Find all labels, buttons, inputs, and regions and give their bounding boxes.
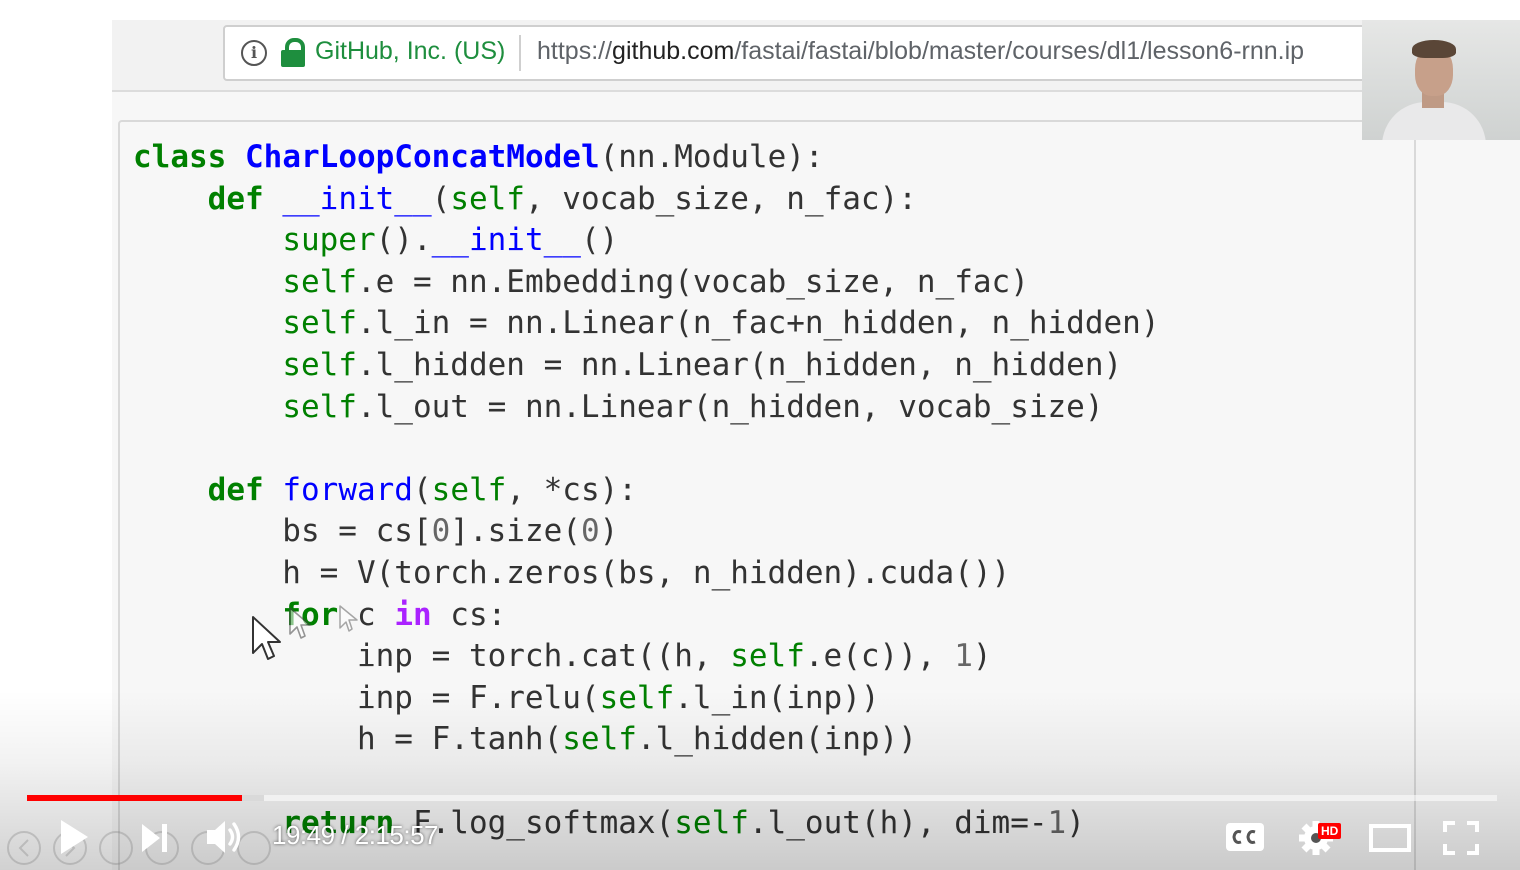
code-token: self	[282, 305, 357, 342]
current-time: 19:49	[272, 820, 335, 850]
lock-icon	[281, 38, 305, 67]
code-token: inp = torch.cat((h,	[133, 638, 731, 675]
progress-played	[27, 795, 242, 801]
url-domain: github.com	[612, 37, 735, 65]
code-token: class	[133, 139, 227, 175]
code-line: self.l_hidden = nn.Linear(n_hidden, n_hi…	[133, 347, 1122, 383]
code-token: 0	[580, 513, 600, 550]
video-frame[interactable]: i GitHub, Inc. (US) https://github.com/f…	[0, 0, 1520, 870]
url-box: i GitHub, Inc. (US) https://github.com/f…	[223, 25, 1387, 81]
code-token: cs:	[431, 596, 507, 633]
code-token: self	[282, 346, 357, 383]
code-token: forward	[282, 471, 413, 508]
webcam-overlay	[1362, 20, 1520, 140]
code-line: class CharLoopConcatModel(nn.Module):	[133, 139, 824, 175]
play-icon[interactable]	[58, 818, 90, 856]
captions-icon[interactable]	[1224, 820, 1266, 854]
code-token: (	[431, 180, 451, 217]
code-line: self.l_out = nn.Linear(n_hidden, vocab_s…	[133, 388, 1104, 425]
code-token: self	[431, 471, 507, 508]
progress-bar[interactable]	[27, 795, 1497, 801]
code-token: self	[450, 180, 525, 217]
code-token: 1	[954, 638, 973, 675]
url-text: https://github.com/fastai/fastai/blob/ma…	[537, 37, 1304, 66]
code-line: bs = cs[0].size(0)	[133, 513, 618, 549]
duration: 2:15:57	[354, 820, 439, 850]
site-identity: GitHub, Inc. (US)	[315, 37, 506, 65]
code-token: .l_hidden = nn.Linear(n_hidden, n_hidden…	[356, 346, 1123, 383]
code-token: )	[972, 638, 992, 675]
code-token: .e(c)),	[804, 638, 955, 675]
cursor-icon	[252, 616, 281, 660]
code-line: super().__init__()	[133, 222, 618, 258]
code-token: super	[282, 222, 376, 259]
url-scheme: https://	[537, 37, 613, 65]
code-token: .l_in = nn.Linear(n_fac+n_hidden, n_hidd…	[356, 305, 1160, 342]
code-token: (nn.Module):	[599, 139, 824, 175]
fullscreen-icon[interactable]	[1442, 820, 1480, 856]
code-line: def forward(self, *cs):	[133, 472, 637, 508]
info-icon: i	[241, 40, 267, 66]
url-path: /fastai/fastai/blob/master/courses/dl1/l…	[734, 37, 1305, 65]
code-token: ()	[580, 222, 619, 259]
code-token: __init__	[431, 222, 581, 259]
code-line: h = V(torch.zeros(bs, n_hidden).cuda())	[133, 555, 1010, 591]
code-token: self	[282, 263, 357, 300]
time-display: 19:49 / 2:15:57	[272, 820, 439, 851]
volume-icon[interactable]	[204, 816, 246, 858]
frame-top-margin	[112, 0, 1520, 20]
code-token: h = V(torch.zeros(bs, n_hidden).cuda())	[133, 554, 1011, 591]
code-token: , vocab_size, n_fac):	[524, 180, 917, 217]
time-separator: /	[334, 820, 355, 850]
browser-address-bar: i GitHub, Inc. (US) https://github.com/f…	[112, 20, 1387, 92]
code-token: in	[394, 596, 432, 633]
code-line: self.l_in = nn.Linear(n_fac+n_hidden, n_…	[133, 305, 1160, 342]
cursor-trail-icon	[339, 605, 358, 632]
code-token: self	[282, 388, 357, 425]
code-token: 0	[431, 513, 451, 550]
code-token: )	[599, 513, 619, 550]
code-token: (	[412, 471, 432, 508]
code-token: def	[207, 471, 264, 508]
cursor-trail-icon	[289, 607, 311, 639]
url-divider	[519, 35, 521, 71]
code-line: for c in cs:	[133, 597, 506, 633]
hd-badge: HD	[1318, 823, 1342, 839]
code-token: bs = cs[	[133, 513, 432, 550]
code-token: ().	[375, 222, 432, 259]
code-token: def	[207, 180, 264, 217]
code-line: self.e = nn.Embedding(vocab_size, n_fac)	[133, 264, 1029, 300]
code-token: , *cs):	[506, 471, 637, 508]
code-token: CharLoopConcatModel	[245, 139, 600, 175]
theater-icon[interactable]	[1368, 822, 1412, 854]
code-token: .e = nn.Embedding(vocab_size, n_fac)	[356, 263, 1029, 300]
code-line: def __init__(self, vocab_size, n_fac):	[133, 181, 917, 217]
code-token: ].size(	[450, 513, 581, 550]
code-token: __init__	[282, 180, 432, 217]
code-token: self	[730, 638, 805, 675]
code-token: .l_out = nn.Linear(n_hidden, vocab_size)	[356, 388, 1104, 425]
next-icon[interactable]	[140, 822, 170, 854]
